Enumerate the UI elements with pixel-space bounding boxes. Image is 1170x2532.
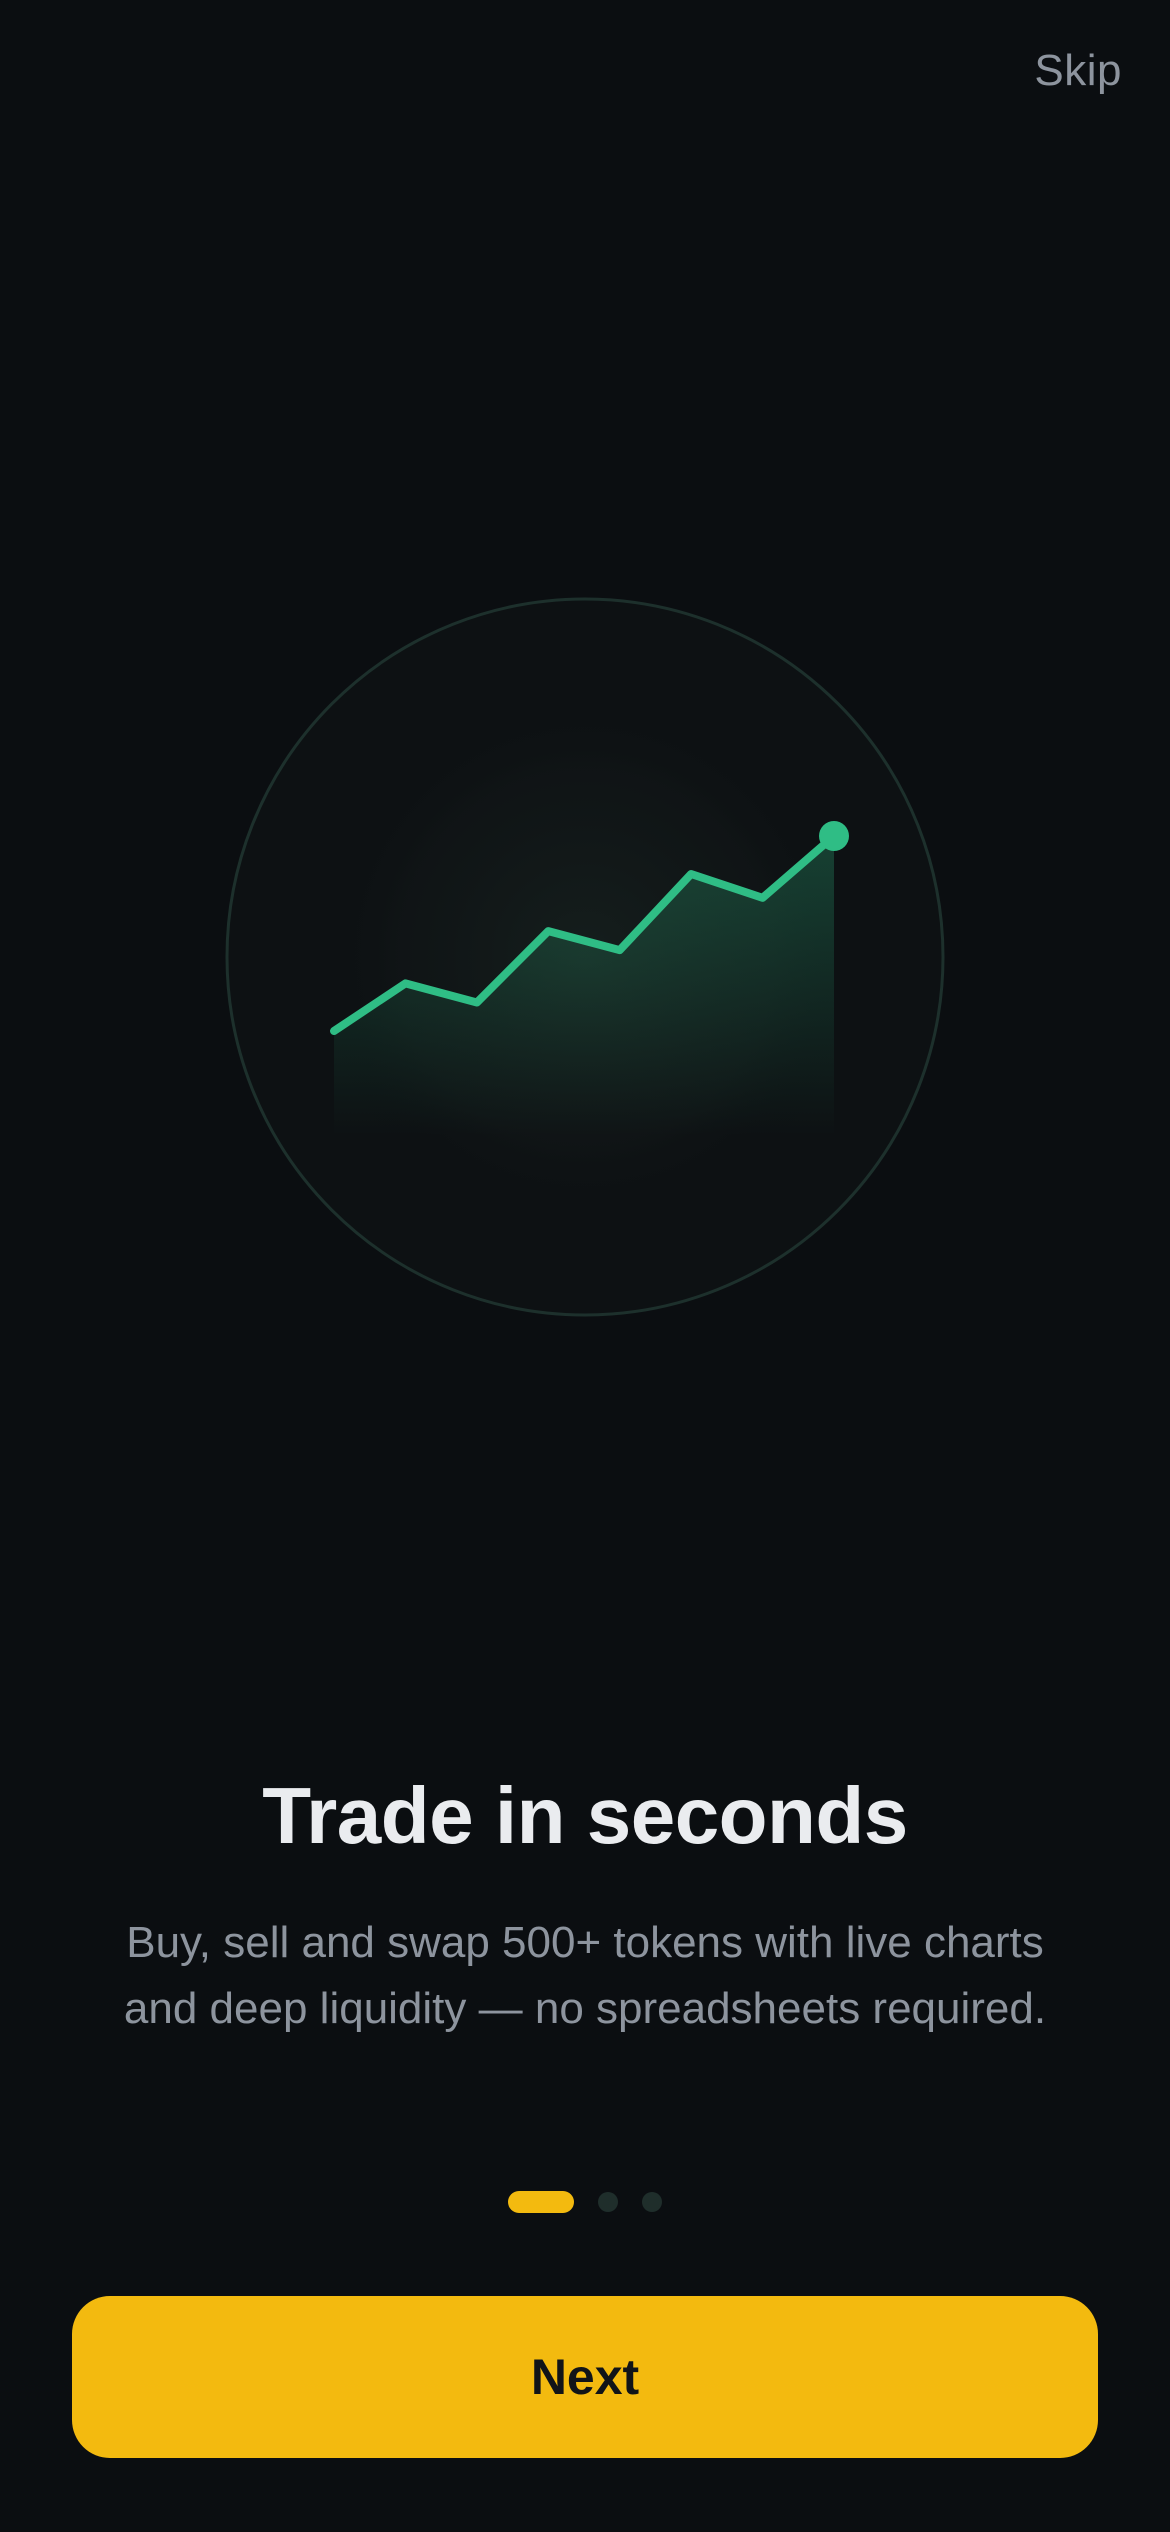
onboarding-title: Trade in seconds [262,1771,908,1860]
trend-up-chart-icon [225,597,945,1317]
page-dot [642,2192,662,2212]
onboarding-screen: Skip Trade in seconds Buy, sell and swap… [0,0,1170,2532]
hero-illustration [224,596,946,1318]
page-indicator [0,2191,1170,2213]
page-dot-active [508,2191,574,2213]
trend-end-point [819,821,849,851]
page-dot [598,2192,618,2212]
skip-button[interactable]: Skip [1034,46,1122,96]
onboarding-description: Buy, sell and swap 500+ tokens with live… [123,1918,1047,2033]
next-button[interactable]: Next [72,2296,1098,2458]
